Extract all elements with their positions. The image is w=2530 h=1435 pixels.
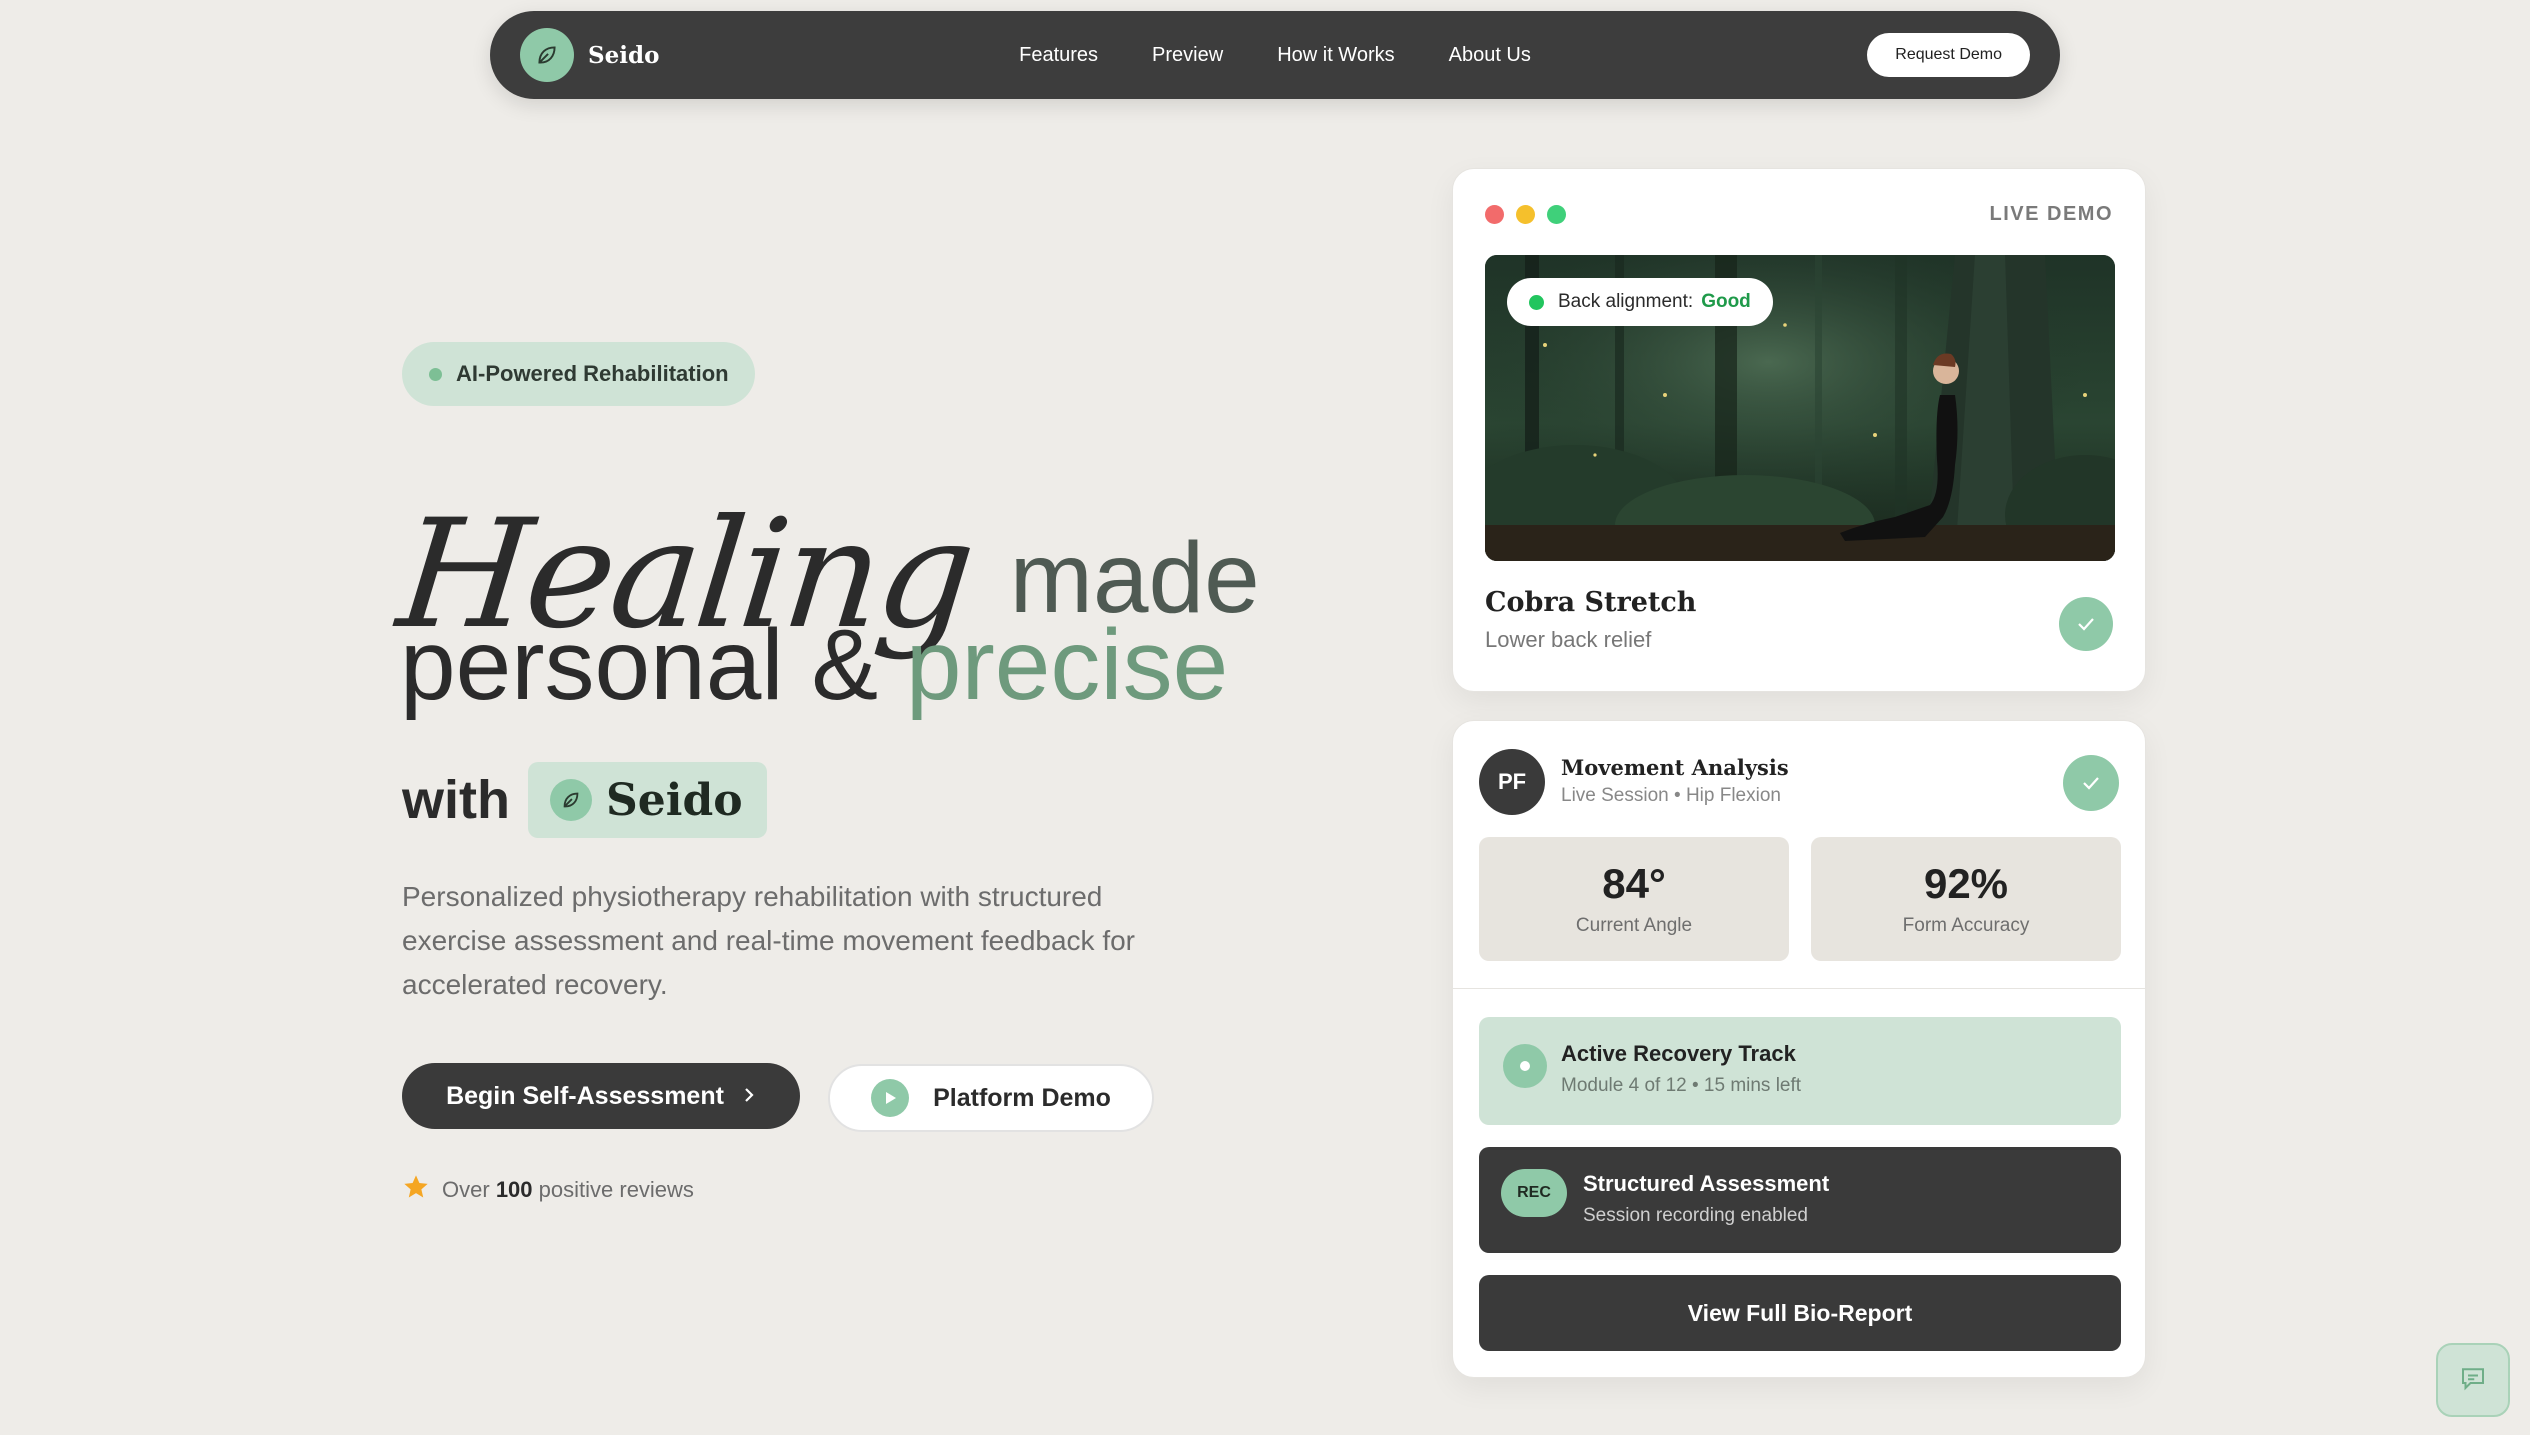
track-title: Active Recovery Track	[1561, 1041, 1796, 1066]
brand-chip: Seido	[527, 762, 767, 838]
stat-value: 92%	[1923, 859, 2009, 907]
minimize-dot	[1516, 205, 1535, 224]
active-recovery-track[interactable]: Active Recovery Track Module 4 of 12 • 1…	[1479, 1017, 2121, 1125]
brand[interactable]: Seido	[520, 28, 659, 82]
star-icon	[402, 1173, 430, 1207]
hero-badge: AI-Powered Rehabilitation	[402, 342, 755, 406]
reviews-suffix: positive reviews	[538, 1177, 694, 1202]
headline-precise: precise	[905, 609, 1229, 721]
leaf-icon	[549, 779, 592, 821]
structured-assessment-panel[interactable]: REC Structured Assessment Session record…	[1479, 1147, 2121, 1253]
chat-icon	[2458, 1363, 2488, 1398]
window-controls	[1485, 205, 1566, 224]
nav-link-about-us[interactable]: About Us	[1449, 44, 1531, 67]
begin-self-assessment-button[interactable]: Begin Self-Assessment	[402, 1063, 800, 1129]
rec-title: Structured Assessment	[1583, 1171, 1830, 1196]
reviews-text: Over 100 positive reviews	[442, 1177, 694, 1203]
badge-label: AI-Powered Rehabilitation	[456, 361, 729, 386]
back-alignment-pill: Back alignment: Good	[1507, 278, 1773, 326]
live-demo-label: LIVE DEMO	[1989, 203, 2113, 225]
analysis-subtitle: Live Session • Hip Flexion	[1561, 785, 1781, 806]
reviews-count: 100	[495, 1177, 533, 1202]
exercise-photo: Back alignment: Good	[1485, 255, 2115, 561]
chevron-right-icon	[742, 1082, 756, 1111]
check-icon	[2059, 597, 2113, 651]
divider	[1453, 988, 2145, 989]
check-icon	[2063, 755, 2119, 811]
brand-chip-name: Seido	[605, 774, 743, 826]
with-brand-row: with Seido	[402, 762, 767, 838]
nav-link-features[interactable]: Features	[1019, 44, 1098, 67]
record-dot-icon	[1503, 1044, 1547, 1088]
rec-subtitle: Session recording enabled	[1583, 1205, 1808, 1226]
with-label: with	[402, 770, 510, 830]
nav-link-preview[interactable]: Preview	[1152, 44, 1223, 67]
stat-form-accuracy: 92% Form Accuracy	[1811, 837, 2121, 961]
analysis-title: Movement Analysis	[1561, 755, 1789, 780]
close-dot	[1485, 205, 1504, 224]
badge-dot	[429, 367, 442, 381]
chat-button[interactable]	[2436, 1343, 2510, 1417]
top-navbar: Seido Features Preview How it Works Abou…	[490, 11, 2060, 99]
secondary-cta-label: Platform Demo	[933, 1083, 1111, 1112]
maximize-dot	[1547, 205, 1566, 224]
track-subtitle: Module 4 of 12 • 15 mins left	[1561, 1075, 1802, 1096]
reviews-prefix: Over	[442, 1177, 490, 1202]
play-icon	[871, 1079, 910, 1117]
nav-link-how-it-works[interactable]: How it Works	[1277, 44, 1394, 67]
stat-current-angle: 84° Current Angle	[1479, 837, 1789, 961]
live-demo-card: LIVE DEMO Back alignment: Good Cobra Str…	[1452, 168, 2146, 692]
rec-badge: REC	[1501, 1169, 1567, 1217]
leaf-icon	[520, 28, 574, 82]
exercise-subtitle: Lower back relief	[1485, 627, 1652, 652]
request-demo-button[interactable]: Request Demo	[1867, 33, 2030, 77]
status-dot	[1529, 294, 1544, 310]
avatar: PF	[1479, 749, 1545, 815]
hero-description: Personalized physiotherapy rehabilitatio…	[402, 881, 1135, 1000]
pill-label: Back alignment:	[1558, 291, 1694, 312]
stat-value: 84°	[1602, 859, 1666, 907]
stat-label: Current Angle	[1575, 915, 1693, 937]
headline-personal: personal &	[400, 609, 906, 721]
movement-analysis-card: PF Movement Analysis Live Session • Hip …	[1452, 720, 2146, 1378]
exercise-title: Cobra Stretch	[1485, 587, 1697, 618]
stat-label: Form Accuracy	[1902, 915, 2030, 937]
view-bio-report-button[interactable]: View Full Bio-Report	[1479, 1275, 2121, 1351]
platform-demo-button[interactable]: Platform Demo	[828, 1064, 1154, 1132]
reviews-line: Over 100 positive reviews	[402, 1173, 694, 1207]
primary-cta-label: Begin Self-Assessment	[446, 1081, 724, 1110]
brand-name: Seido	[588, 41, 660, 69]
headline-line-2: personal & precise	[400, 615, 1228, 715]
pill-value: Good	[1701, 291, 1751, 312]
nav-links: Features Preview How it Works About Us	[490, 11, 2060, 99]
